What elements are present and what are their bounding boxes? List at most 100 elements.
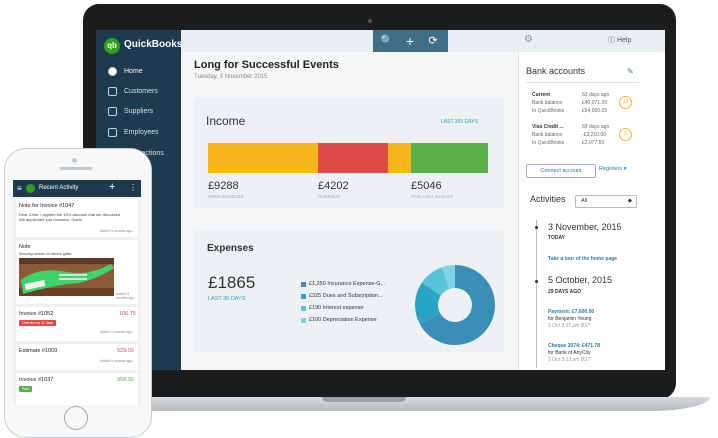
activities-title: Activities	[530, 194, 566, 204]
account-ago: 69 days ago	[582, 124, 610, 130]
activity-detail: for Bank of AnyCity	[548, 350, 591, 356]
activity-relative: 29 DAYS AGO	[548, 289, 581, 295]
activity-date: 5 October, 2015	[548, 275, 613, 285]
legend-swatch	[301, 282, 306, 287]
phone-speaker	[60, 167, 92, 170]
legend-swatch	[301, 306, 306, 311]
brand-name: QuickBooks	[124, 39, 183, 50]
activities-filter-select[interactable]: All ◆	[575, 195, 637, 208]
customers-icon	[108, 87, 117, 96]
bank-balance-label: Bank balance	[532, 100, 563, 106]
income-title: Income	[206, 114, 246, 128]
add-icon[interactable]: +	[400, 34, 420, 48]
qb-balance-label: In QuickBooks	[532, 108, 565, 114]
app-screen: qb QuickBooks Home Customers Suppliers E…	[96, 30, 665, 370]
income-segment[interactable]	[208, 143, 318, 173]
divider	[526, 82, 639, 83]
list-item-meta: Added 5 months ago	[100, 330, 133, 334]
sidebar-item-customers[interactable]: Customers	[108, 86, 178, 100]
payment-link[interactable]: Payment: £7,600.00	[548, 309, 594, 315]
account-name: Visa Credit ...	[532, 124, 564, 130]
edit-icon[interactable]: ✎	[627, 67, 634, 76]
list-item[interactable]: Note Amazing custom 24 electric guitar A…	[16, 240, 138, 304]
pending-count-badge[interactable]: 12	[619, 96, 632, 109]
home-icon	[108, 67, 117, 76]
menu-icon[interactable]: ≡	[17, 184, 22, 193]
list-item-title: Estimate #1009	[19, 348, 58, 354]
activity-meta: 5 Oct 3:15 pm BST	[548, 323, 591, 329]
list-item-meta: Added 5 months ago	[100, 229, 133, 233]
connect-account-button[interactable]: Connect account	[526, 164, 596, 178]
quickbooks-logo-icon	[26, 184, 35, 193]
list-item-body: Dear Chris: I applied the 10% discount t…	[19, 212, 122, 222]
list-item[interactable]: Note for Invoice #1047 Dear Chris: I app…	[16, 199, 138, 237]
account-visa[interactable]: Visa Credit ...	[532, 124, 564, 130]
expenses-total: £1865	[208, 273, 256, 292]
income-stat-label: OVERDUE	[318, 194, 341, 199]
suppliers-icon	[108, 107, 117, 116]
list-item[interactable]: Estimate #1009 529.00 Added 5 months ago	[16, 344, 138, 370]
status-badge: Overdue by 11 days	[19, 320, 57, 326]
list-item-amount: 529.00	[117, 348, 134, 354]
income-segment[interactable]	[411, 143, 488, 173]
activity-relative: TODAY	[548, 235, 565, 241]
refresh-icon[interactable]: ⟳	[423, 34, 443, 48]
gear-icon[interactable]: ⚙	[524, 34, 533, 45]
activity-meta: 5 Oct 3:13 pm BST	[548, 357, 591, 363]
list-item-title: Note for Invoice #1047	[19, 203, 75, 209]
list-item[interactable]: Invoice #1052 106.75 Overdue by 11 days …	[16, 307, 138, 341]
top-actions: 🔍 + ⟳	[373, 30, 448, 52]
employees-icon	[108, 128, 117, 137]
list-item-title: Note	[19, 244, 31, 250]
phone-screen: ≡ Recent Activity + ⋮ Note for Invoice #…	[13, 180, 141, 405]
cheque-link[interactable]: Cheque 2074: £471.78	[548, 343, 600, 349]
expenses-range[interactable]: LAST 30 DAYS	[208, 296, 245, 302]
timeline-dot	[535, 280, 538, 283]
expenses-title: Expenses	[207, 243, 254, 254]
activity-detail: for Benjamin Yeung	[548, 316, 592, 322]
list-item-meta: Added 5 months ago	[116, 292, 135, 300]
more-icon[interactable]: ⋮	[129, 183, 137, 192]
list-item-title: Invoice #1037	[19, 377, 54, 383]
timeline-dot	[535, 226, 538, 229]
expenses-donut-chart	[415, 265, 495, 345]
home-button[interactable]	[64, 406, 88, 430]
quickbooks-logo-icon: qb	[104, 38, 120, 54]
income-stat-label: PAID LAST 30 DAYS	[411, 194, 454, 199]
qb-balance-value: £2,077.60	[582, 140, 605, 146]
income-stat-label: OPEN INVOICES	[208, 194, 244, 199]
account-current[interactable]: Current	[532, 92, 550, 98]
activity-date: 3 November, 2015	[548, 222, 622, 232]
account-name: Current	[532, 92, 551, 98]
tour-link[interactable]: Take a tour of the home page	[548, 256, 617, 262]
bank-accounts-title: Bank accounts	[526, 66, 586, 76]
phone-header-title[interactable]: Recent Activity	[39, 185, 78, 191]
laptop-notch	[322, 397, 406, 402]
income-segment[interactable]	[318, 143, 388, 173]
sidebar-item-employees[interactable]: Employees	[108, 127, 178, 141]
status-badge: Paid	[19, 386, 33, 392]
sidebar-item-suppliers[interactable]: Suppliers	[108, 106, 178, 120]
help-button[interactable]: ⓘ Help	[608, 35, 631, 45]
list-item-amount: 958.00	[117, 377, 134, 383]
legend-swatch	[301, 294, 306, 299]
laptop-camera	[368, 19, 372, 23]
list-item-amount: 106.75	[119, 311, 136, 317]
pending-count-badge[interactable]: 6	[619, 128, 632, 141]
income-segment[interactable]	[388, 143, 411, 173]
list-item[interactable]: Invoice #1037 958.00 Paid	[16, 373, 138, 405]
registers-link[interactable]: Registers ▾	[599, 166, 627, 172]
income-stat-value: £9288	[208, 180, 239, 192]
bank-balance-value: £40,071.20	[582, 100, 608, 106]
guitar-photo	[19, 258, 114, 296]
income-range[interactable]: LAST 365 DAYS	[441, 119, 478, 125]
qb-balance-value: £54,500.03	[582, 108, 608, 114]
list-item-meta: Added 5 months ago	[100, 359, 133, 363]
bank-balance-value: -£3,210.00	[582, 132, 606, 138]
search-icon[interactable]: 🔍	[377, 34, 397, 48]
account-ago: 62 days ago	[582, 92, 610, 98]
list-item-title: Invoice #1052	[19, 311, 54, 317]
add-icon[interactable]: +	[109, 181, 115, 193]
page-date: Tuesday, 3 November 2015	[194, 74, 268, 80]
sidebar-item-home[interactable]: Home	[108, 66, 178, 80]
